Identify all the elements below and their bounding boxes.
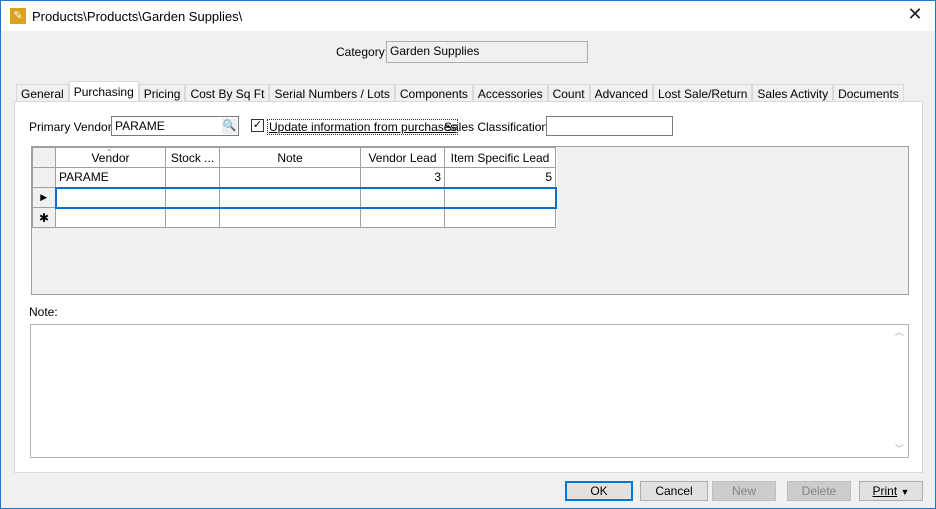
search-icon[interactable]: 🔍 [222, 118, 237, 134]
new-row[interactable]: ✱ [32, 207, 556, 228]
update-info-checkbox[interactable]: ✓ [251, 119, 264, 132]
category-field: Garden Supplies [386, 41, 588, 63]
category-label: Category: [336, 45, 389, 59]
cell-vendor-lead[interactable]: 3 [360, 167, 445, 188]
note-scrollbar[interactable]: ︿ ﹀ [891, 325, 908, 457]
update-info-checkbox-label[interactable]: Update information from purchases [267, 119, 459, 135]
tab-general[interactable]: General [16, 84, 69, 102]
ok-button[interactable]: OK [565, 481, 633, 501]
delete-button[interactable]: Delete [787, 481, 851, 501]
note-textarea[interactable]: ︿ ﹀ [30, 324, 909, 458]
tab-lost-sale-return[interactable]: Lost Sale/Return [653, 84, 753, 102]
current-row-arrow-icon[interactable]: ▶ [32, 187, 56, 208]
row-header[interactable] [32, 167, 56, 188]
new-button[interactable]: New [712, 481, 776, 501]
sales-classification-label: Sales Classification: [444, 120, 552, 134]
tab-advanced[interactable]: Advanced [589, 84, 653, 102]
tab-serial-numbers-lots[interactable]: Serial Numbers / Lots [269, 84, 395, 102]
cancel-button[interactable]: Cancel [640, 481, 708, 501]
tab-count[interactable]: Count [547, 84, 590, 102]
tab-components[interactable]: Components [394, 84, 473, 102]
product-window: ✎ Products\Products\Garden Supplies\ ✕ C… [0, 0, 936, 509]
tab-purchasing[interactable]: Purchasing [68, 81, 139, 101]
tab-sales-activity[interactable]: Sales Activity [752, 84, 834, 102]
tab-documents[interactable]: Documents [833, 84, 904, 102]
close-icon[interactable]: ✕ [903, 4, 927, 25]
cell-vendor[interactable]: PARAME [55, 167, 166, 188]
tab-bar: General Purchasing Pricing Cost By Sq Ft… [16, 81, 904, 102]
tab-accessories[interactable]: Accessories [472, 84, 548, 102]
cell-stock[interactable] [165, 186, 220, 209]
dropdown-arrow-icon: ▼ [900, 487, 910, 497]
tab-pricing[interactable]: Pricing [138, 84, 186, 102]
app-icon: ✎ [10, 8, 26, 24]
primary-vendor-input[interactable]: PARAME [111, 116, 239, 136]
table-row-selected[interactable]: ▶ [32, 186, 557, 209]
column-header-stock[interactable]: Stock ... [165, 147, 220, 168]
cell-item-specific-lead[interactable]: 5 [444, 167, 556, 188]
grid-corner [32, 147, 56, 168]
sales-classification-input[interactable] [546, 116, 673, 136]
cell-stock[interactable] [165, 167, 220, 188]
cell-vendor[interactable] [54, 186, 166, 209]
scroll-down-icon[interactable]: ﹀ [891, 442, 908, 455]
cell-vendor-lead[interactable] [360, 186, 445, 209]
note-label: Note: [29, 305, 58, 319]
table-row[interactable]: PARAME 3 5 [32, 167, 556, 188]
cell-vendor[interactable] [55, 207, 166, 228]
cell-vendor-lead[interactable] [360, 207, 445, 228]
print-label: Print [872, 484, 898, 498]
column-header-item-specific-lead[interactable]: Item Specific Lead [444, 147, 556, 168]
purchasing-panel: Primary Vendor: PARAME 🔍 Update informat… [14, 101, 923, 473]
new-row-asterisk-icon[interactable]: ✱ [32, 207, 56, 228]
print-button[interactable]: Print ▼ [859, 481, 923, 501]
column-header-note[interactable]: Note [219, 147, 361, 168]
cell-item-specific-lead[interactable] [444, 207, 556, 228]
vendor-grid: ⌄ Vendor Stock ... Note Vendor Lead Item … [31, 144, 909, 295]
primary-vendor-label: Primary Vendor: [29, 120, 116, 134]
grid-header-row: ⌄ Vendor Stock ... Note Vendor Lead Item … [32, 144, 556, 168]
window-title: Products\Products\Garden Supplies\ [32, 9, 243, 24]
scroll-up-icon[interactable]: ︿ [891, 325, 908, 338]
cell-note[interactable] [219, 207, 361, 228]
column-header-vendor[interactable]: ⌄ Vendor [55, 144, 166, 168]
cell-stock[interactable] [165, 207, 220, 228]
tab-cost-by-sq-ft[interactable]: Cost By Sq Ft [185, 84, 270, 102]
cell-item-specific-lead[interactable] [444, 186, 557, 209]
title-bar: ✎ Products\Products\Garden Supplies\ ✕ [1, 1, 935, 31]
cell-note[interactable] [219, 167, 361, 188]
column-header-vendor-lead[interactable]: Vendor Lead [360, 147, 445, 168]
cell-note[interactable] [219, 186, 361, 209]
sort-chevron-icon: ⌄ [106, 144, 113, 153]
